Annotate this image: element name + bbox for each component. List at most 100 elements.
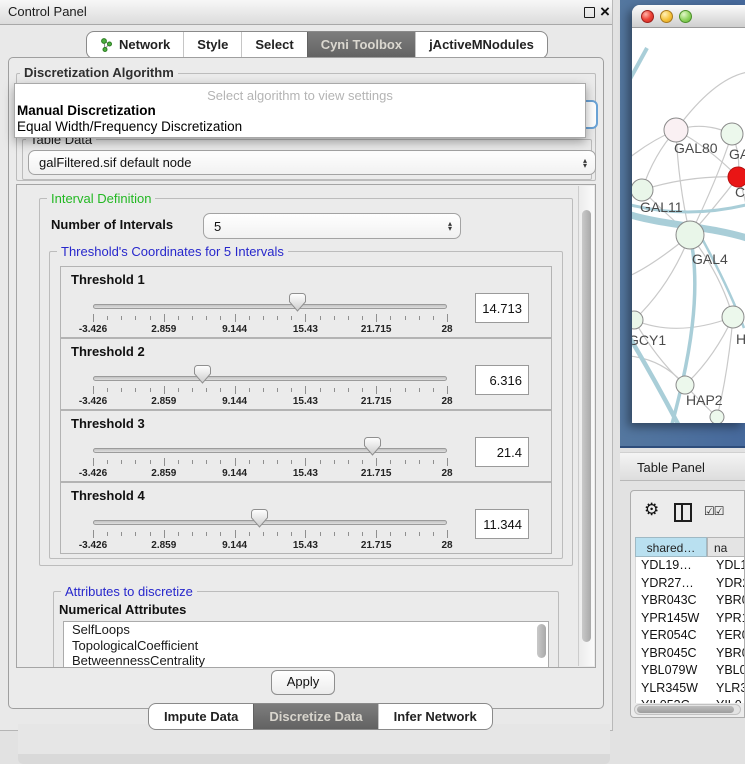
tab-style[interactable]: Style [183, 32, 241, 58]
close-traffic-light-icon[interactable] [641, 10, 654, 23]
table-rows: YDL19…YDL1YDR27…YDR2YBR043CYBR0YPR145WYP… [635, 557, 744, 703]
zoom-traffic-light-icon[interactable] [679, 10, 692, 23]
table-cell: YBR043C [636, 592, 708, 610]
dropdown-options: Manual DiscretizationEqual Width/Frequen… [15, 103, 585, 135]
tab-network[interactable]: Network [87, 32, 183, 58]
table-row[interactable]: YDR27…YDR2 [636, 575, 744, 593]
network-node[interactable] [664, 118, 688, 142]
table-cell: YDR27… [636, 575, 708, 593]
table-cell: YDR2 [708, 575, 744, 593]
apply-button[interactable]: Apply [271, 670, 335, 695]
slider-thumb[interactable] [364, 437, 381, 456]
table-data-value: galFiltered.sif default node [39, 155, 191, 170]
table-row[interactable]: YER054CYER0 [636, 627, 744, 645]
scrollpane-scrollbar-thumb[interactable] [582, 210, 591, 642]
thresholds-group-title: Threshold's Coordinates for 5 Intervals [57, 244, 288, 259]
network-node[interactable] [722, 306, 744, 328]
slider-track[interactable] [93, 376, 447, 381]
split-columns-icon[interactable] [674, 503, 692, 522]
column-header-shared-name[interactable]: shared… [635, 537, 707, 557]
table-row[interactable]: YDL19…YDL1 [636, 557, 744, 575]
slider-area: -3.4262.8599.14415.4321.71528 [93, 289, 447, 335]
network-node[interactable] [676, 221, 704, 249]
slider-track[interactable] [93, 448, 447, 453]
table-panel-header: Table Panel [620, 452, 745, 481]
threshold-value-field[interactable]: 6.316 [475, 365, 529, 395]
threshold-value-field[interactable]: 11.344 [475, 509, 529, 539]
table-data-select[interactable]: galFiltered.sif default node ▴▾ [28, 150, 596, 175]
numerical-attributes-label: Numerical Attributes [59, 602, 186, 617]
dropdown-option[interactable]: Equal Width/Frequency Discretization [15, 119, 585, 135]
column-header-name[interactable]: na [707, 537, 744, 557]
settings-scrollpane: Interval Definition Number of Intervals … [16, 184, 596, 668]
network-canvas[interactable]: GAL80GACGAL11GAL4GCY1HHAP2 [632, 28, 745, 423]
table-panel: ⚙ ☑☑ shared… na YDL19…YDL1YDR27…YDR2YBR0… [630, 490, 745, 718]
network-node[interactable] [721, 123, 743, 145]
table-hscrollbar-thumb[interactable] [637, 706, 734, 713]
bottom-tab-discretize-data[interactable]: Discretize Data [253, 704, 377, 729]
slider-tick-labels: -3.4262.8599.14415.4321.71528 [93, 324, 447, 336]
top-tabbar: NetworkStyle Select Cyni Toolbox jActiveMNo… [86, 31, 548, 59]
table-cell: YBL0 [708, 662, 744, 680]
table-row[interactable]: YPR145WYPR1 [636, 610, 744, 628]
slider-tick-labels: -3.4262.8599.14415.4321.71528 [93, 468, 447, 480]
network-node[interactable] [632, 179, 653, 201]
slider-thumb[interactable] [251, 509, 268, 528]
threshold-panel: Threshold 4 -3.4262.8599.14415.4321.7152… [60, 482, 552, 554]
tab-jactivemnodules[interactable]: jActiveMNodules [415, 32, 547, 58]
table-row[interactable]: YBL079WYBL0 [636, 662, 744, 680]
threshold-value-field[interactable]: 14.713 [475, 293, 529, 323]
table-cell: YPR1 [708, 610, 744, 628]
node-label: GCY1 [632, 332, 666, 348]
float-icon[interactable] [584, 7, 595, 18]
table-hscrollbar-track[interactable] [634, 704, 741, 715]
table-cell: YER054C [636, 627, 708, 645]
slider-track[interactable] [93, 520, 447, 525]
attribute-item[interactable]: SelfLoops [64, 622, 548, 638]
minimize-traffic-light-icon[interactable] [660, 10, 673, 23]
table-row[interactable]: YBR043CYBR0 [636, 592, 744, 610]
dropdown-option[interactable]: Manual Discretization [15, 103, 585, 119]
interval-definition-title: Interval Definition [47, 191, 155, 206]
node-label: GAL80 [674, 140, 718, 156]
table-row[interactable]: YLR345WYLR3 [636, 680, 744, 698]
algorithm-group-title: Discretization Algorithm [20, 65, 178, 80]
gear-icon[interactable]: ⚙ [644, 500, 659, 520]
scrollpane-scrollbar-track[interactable] [578, 186, 594, 666]
table-cell: YER0 [708, 627, 744, 645]
close-icon[interactable]: × [600, 1, 610, 23]
tab-select[interactable]: Select [241, 32, 306, 58]
spinner-arrows-icon: ▴▾ [448, 221, 452, 231]
number-of-intervals-select[interactable]: 5 ▴▾ [203, 213, 461, 239]
slider-area: -3.4262.8599.14415.4321.71528 [93, 361, 447, 407]
network-window-titlebar[interactable] [632, 5, 745, 28]
panel-bottom-band [18, 754, 610, 764]
slider-tick-labels: -3.4262.8599.14415.4321.71528 [93, 396, 447, 408]
bottom-tabbar: Impute DataDiscretize DataInfer Network [148, 703, 493, 730]
tab-cyni-toolbox[interactable]: Cyni Toolbox [307, 32, 415, 58]
node-label: C [735, 184, 745, 200]
threshold-title: Threshold 1 [71, 272, 145, 287]
slider-thumb[interactable] [194, 365, 211, 384]
attribute-item[interactable]: TopologicalCoefficient [64, 638, 548, 654]
attributes-list-scrollbar[interactable] [537, 624, 546, 658]
slider-track[interactable] [93, 304, 447, 309]
network-node[interactable] [710, 410, 724, 423]
tab-label: jActiveMNodules [429, 32, 534, 58]
table-row[interactable]: YBR045CYBR0 [636, 645, 744, 663]
threshold-title: Threshold 2 [71, 344, 145, 359]
attribute-item[interactable]: BetweennessCentrality [64, 653, 548, 668]
table-cell: YBR0 [708, 592, 744, 610]
bottom-tab-impute-data[interactable]: Impute Data [149, 704, 253, 729]
network-icon [100, 38, 113, 52]
bottom-tab-infer-network[interactable]: Infer Network [378, 704, 492, 729]
threshold-value-field[interactable]: 21.4 [475, 437, 529, 467]
checkboxes-icon[interactable]: ☑☑ [704, 504, 724, 518]
attributes-list[interactable]: SelfLoopsTopologicalCoefficientBetweenne… [63, 621, 549, 668]
tab-label: Select [255, 32, 293, 58]
threshold-panel: Threshold 3 -3.4262.8599.14415.4321.7152… [60, 410, 552, 482]
network-node[interactable] [632, 311, 643, 329]
table-row[interactable]: YIL053CYIL0 [636, 697, 744, 703]
slider-thumb[interactable] [289, 293, 306, 312]
table-cell: YPR145W [636, 610, 708, 628]
